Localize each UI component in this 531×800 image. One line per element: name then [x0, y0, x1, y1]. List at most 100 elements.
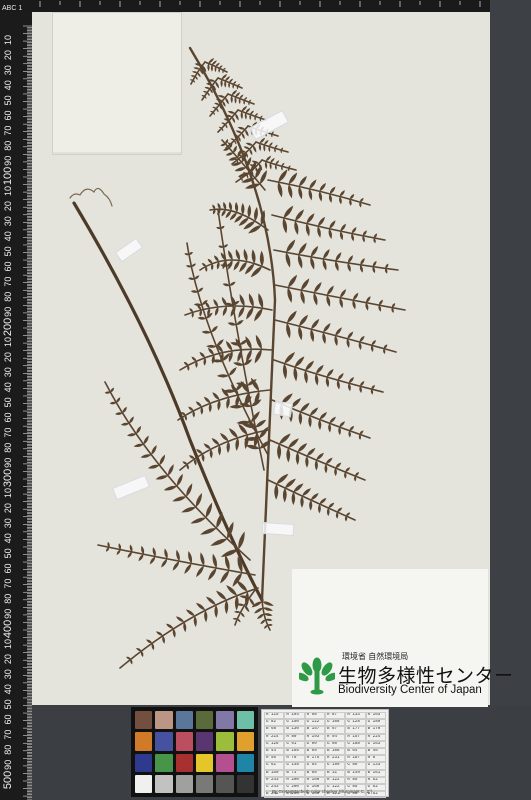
reference-value-cell: R 160	[304, 776, 325, 785]
color-swatch	[155, 753, 173, 772]
reference-value-cell: G 91	[284, 740, 305, 749]
fern-pinna-right-rachis	[271, 214, 386, 241]
reference-value-cell: R 187	[345, 755, 366, 763]
reference-value-cell: G 90	[304, 740, 325, 749]
color-swatch	[216, 711, 234, 730]
color-swatch	[216, 753, 234, 772]
reference-value-cell: B 150	[264, 769, 285, 777]
color-swatch	[236, 753, 254, 772]
color-swatch	[236, 774, 254, 793]
reference-value-cell: G 199	[325, 762, 346, 770]
color-swatch	[175, 711, 193, 730]
fern-pinna-right	[282, 205, 378, 244]
color-swatch	[216, 774, 234, 793]
color-swatch	[135, 711, 153, 730]
reference-value-cell: B 149	[345, 769, 366, 777]
reference-value-cell: G 61	[264, 762, 285, 770]
reference-value-cell: G 188	[345, 740, 366, 749]
reference-value-cell: R 224	[365, 733, 386, 741]
fern-pinna-right-rachis	[269, 439, 366, 481]
reference-value-cell: B 170	[365, 726, 386, 734]
reference-value-cell: B 166	[284, 748, 305, 756]
reference-value-cell: R 98	[304, 712, 325, 720]
reference-value-cell: G 189	[365, 719, 386, 727]
fern-apex-pinna-right	[220, 73, 240, 90]
reference-value-cell: G 82	[264, 719, 285, 727]
reference-value-cell: G 126	[264, 740, 285, 749]
reference-value-cell: G 148	[284, 762, 305, 770]
color-swatch	[236, 711, 254, 730]
reference-value-cell: R 214	[264, 733, 285, 741]
fern-pinna-right	[285, 239, 389, 274]
reference-value-cell: R 103	[365, 712, 386, 720]
reference-value-cell: B 99	[304, 748, 325, 756]
fern-basal-pinna-left	[104, 387, 245, 557]
fern-pinna-right	[274, 473, 351, 522]
reference-value-cell: G 54	[304, 762, 325, 770]
reference-value-cell: R 94	[325, 733, 346, 741]
color-swatch	[135, 732, 153, 751]
color-swatch	[196, 732, 214, 751]
reference-card-note: By GretagMacbeth color checker (Illumina…	[272, 789, 373, 794]
reference-value-cell: B 130	[284, 726, 305, 734]
reference-value-cell: B 108	[325, 748, 346, 756]
reference-value-cell: G 128	[345, 719, 366, 727]
reference-value-cell: R 194	[284, 712, 305, 720]
fern-stipe	[72, 201, 264, 602]
reference-value-cell: R 85	[345, 776, 366, 785]
fern-basal-pinna-lower	[105, 541, 243, 587]
fern-pinna-right	[277, 169, 364, 208]
reference-value-cell: R 70	[284, 755, 305, 763]
reference-value-cell: R 56	[264, 755, 285, 763]
biodiversity-center-logo-icon	[299, 657, 335, 695]
reference-value-cell: B 157	[304, 726, 325, 734]
reference-value-cell: G 108	[325, 719, 346, 727]
fern-pinna-upper-left	[184, 252, 269, 441]
fern-apex-pinna-right	[258, 137, 284, 154]
fern-pinna-right	[277, 433, 360, 482]
color-swatch	[196, 774, 214, 793]
fern-basal-pinna-lower-rachis	[97, 544, 256, 576]
reference-value-cell: R 193	[304, 733, 325, 741]
fern-apex-pinna-right	[240, 105, 263, 122]
center-name-english: Biodiversity Center of Japan	[338, 684, 482, 696]
reference-value-cell: R 175	[304, 755, 325, 763]
fern-pinna-right	[279, 393, 364, 440]
fern-pinna-right	[287, 274, 396, 313]
color-swatch	[175, 732, 193, 751]
color-swatch	[155, 732, 173, 751]
mounting-tape	[272, 400, 294, 418]
reference-value-cell: R 157	[345, 733, 366, 741]
fern-apex-pinna-right	[230, 89, 252, 106]
reference-value-cell: G 163	[365, 740, 386, 749]
reference-value-cell: B 46	[365, 748, 386, 756]
reference-value-cell: R 231	[325, 755, 346, 763]
reference-value-cell: R 80	[284, 733, 305, 741]
reference-value-cell: B 161	[365, 769, 386, 777]
reference-values-table: R 115 R 194 R 98 R 87 R 133 R 103 G 82 G 150 G 1…	[264, 712, 386, 799]
reference-value-cell: R 115	[264, 712, 285, 720]
reference-value-cell: B 73	[284, 769, 305, 777]
fern-pinna-left	[201, 248, 264, 278]
reference-value-cell: B 64	[345, 748, 366, 756]
reference-value-cell: G 60	[325, 740, 346, 749]
color-swatch	[175, 753, 193, 772]
reference-value-cell: B 60	[304, 769, 325, 777]
color-swatch	[236, 732, 254, 751]
color-reference-card: R 115 R 194 R 98 R 87 R 133 R 103 G 82 G 150 G 1…	[261, 709, 389, 799]
reference-value-cell: B 31	[325, 769, 346, 777]
color-swatch	[155, 711, 173, 730]
reference-value-cell: G 150	[284, 719, 305, 727]
fern-rhizome-hairs	[69, 187, 113, 207]
fern-pinna-right	[282, 352, 375, 395]
reference-value-cell: R 243	[264, 776, 285, 785]
color-swatch	[175, 774, 193, 793]
reference-value-cell: R 8	[365, 755, 386, 763]
color-swatch	[196, 753, 214, 772]
color-swatch	[135, 774, 153, 793]
fern-apex-pinna-right	[264, 155, 291, 172]
reference-value-cell: R 122	[325, 776, 346, 785]
fern-pinna-right-rachis	[267, 479, 356, 521]
fern-apex-pinna-right	[207, 58, 226, 74]
reference-value-cell: B 67	[325, 726, 346, 734]
